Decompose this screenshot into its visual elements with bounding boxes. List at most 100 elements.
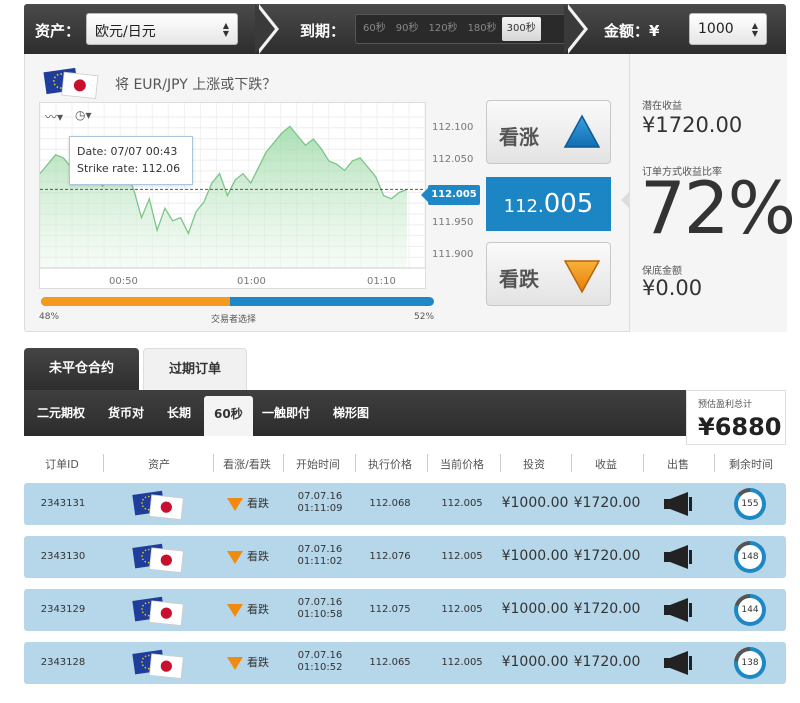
amount-select[interactable]: 1000 ▲ ▼ <box>689 13 767 45</box>
eur-jpy-flag-icon <box>130 487 188 524</box>
arrow-down-icon <box>227 550 243 564</box>
start-time: 07.07.16 01:11:02 <box>292 544 348 568</box>
expiry-option-300[interactable]: 300秒 <box>501 17 541 41</box>
order-row: 2343130 看跌 07.07.16 01:11:02 112.076 112… <box>24 536 786 578</box>
col-direction: 看涨/看跌 <box>223 458 271 471</box>
trade-toolbar: 资产： 欧元/日元 ▲ ▼ 到期： 60秒 90秒 120秒 180秒 300秒 … <box>24 4 786 54</box>
col-divider <box>355 454 356 472</box>
payout-ratio-value: 72% <box>640 166 796 250</box>
remaining-seconds: 148 <box>738 545 762 569</box>
sell-megaphone-icon[interactable] <box>662 544 694 573</box>
sell-megaphone-icon[interactable] <box>662 597 694 626</box>
remaining-time-ring: 138 <box>734 647 766 679</box>
direction-cell: 看跌 <box>227 601 269 617</box>
strike-price: 112.068 <box>369 498 411 509</box>
col-investment: 投资 <box>523 458 545 471</box>
subtab-one-touch[interactable]: 一触即付 <box>262 404 310 421</box>
current-price: 112.005 <box>441 551 483 562</box>
subtab-currency-pairs[interactable]: 货币对 <box>108 404 144 421</box>
remaining-time-ring: 148 <box>734 541 766 573</box>
col-divider <box>500 454 501 472</box>
expiry-option-120[interactable]: 120秒 <box>423 17 462 41</box>
col-remaining-time: 剩余时间 <box>729 458 773 471</box>
asset-select[interactable]: 欧元/日元 ▲ ▼ <box>86 13 238 45</box>
sell-megaphone-icon[interactable] <box>662 650 694 679</box>
estimated-profit-value: ¥6880 <box>698 413 782 441</box>
direction-cell: 看跌 <box>227 495 269 511</box>
col-payout: 收益 <box>595 458 617 471</box>
put-button[interactable]: 看跌 <box>486 242 611 306</box>
eur-jpy-flag-icon <box>130 646 188 683</box>
current-price-display: 112.005 <box>486 177 611 231</box>
price-chart[interactable] <box>39 102 426 289</box>
y-tick-label: 112.100 <box>432 122 474 133</box>
col-order-id: 订单ID <box>45 458 79 471</box>
chart-type-icon[interactable]: 〰▾ <box>45 108 63 125</box>
strike-price: 112.075 <box>369 604 411 615</box>
direction-label: 看跌 <box>247 603 269 616</box>
payout: ¥1720.00 <box>573 601 641 617</box>
eur-jpy-flag-icon <box>41 64 103 104</box>
col-divider <box>283 454 284 472</box>
subtab-ladder[interactable]: 梯形图 <box>333 404 369 421</box>
remaining-time-ring: 144 <box>734 594 766 626</box>
tab-open-positions[interactable]: 未平仓合约 <box>24 348 139 390</box>
expiry-option-60[interactable]: 60秒 <box>358 17 391 41</box>
payout: ¥1720.00 <box>573 654 641 670</box>
remaining-seconds: 155 <box>738 492 762 516</box>
y-tick-label: 111.950 <box>432 217 474 228</box>
subtab-binary[interactable]: 二元期权 <box>37 404 85 421</box>
start-date: 07.07.16 <box>297 597 343 608</box>
start-clock: 01:10:52 <box>297 662 343 673</box>
payout: ¥1720.00 <box>573 548 641 564</box>
estimated-profit-label: 预估盈利总计 <box>698 400 753 410</box>
price-decimals: 005 <box>543 189 594 219</box>
order-row: 2343131 看跌 07.07.16 01:11:09 112.068 112… <box>24 483 786 525</box>
direction-label: 看跌 <box>247 497 269 510</box>
investment: ¥1000.00 <box>501 495 569 511</box>
tab-expired-orders[interactable]: 过期订单 <box>143 348 247 390</box>
arrow-down-icon <box>563 260 601 294</box>
start-time: 07.07.16 01:11:09 <box>292 491 348 515</box>
direction-cell: 看跌 <box>227 654 269 670</box>
subtab-long-term[interactable]: 长期 <box>167 404 191 421</box>
direction-cell: 看跌 <box>227 548 269 564</box>
start-time: 07.07.16 01:10:52 <box>292 650 348 674</box>
sell-megaphone-icon[interactable] <box>662 491 694 520</box>
remaining-seconds: 138 <box>738 651 762 675</box>
price-integer: 112. <box>503 196 544 217</box>
col-start-time: 开始时间 <box>296 458 340 471</box>
call-button[interactable]: 看涨 <box>486 100 611 164</box>
separator-chevron-inner-2 <box>564 4 584 54</box>
start-date: 07.07.16 <box>297 650 343 661</box>
start-clock: 01:11:02 <box>297 556 343 567</box>
amount-label: 金额：¥ <box>604 22 660 40</box>
clock-icon[interactable]: ◷▾ <box>75 108 92 125</box>
expiry-option-90[interactable]: 90秒 <box>391 17 424 41</box>
call-button-label: 看涨 <box>499 125 539 149</box>
asset-select-value: 欧元/日元 <box>95 24 156 40</box>
arrow-down-icon <box>227 656 243 670</box>
current-price: 112.005 <box>441 604 483 615</box>
order-id: 2343128 <box>40 657 86 668</box>
call-percent: 48% <box>39 312 60 322</box>
col-sell: 出售 <box>667 458 689 471</box>
select-arrows-icon: ▲ ▼ <box>751 21 758 38</box>
col-asset: 资产 <box>148 458 170 471</box>
price-chart-svg <box>39 103 426 269</box>
col-divider <box>213 454 214 472</box>
trader-choice-label: 交易者选择 <box>211 315 257 325</box>
order-row: 2343128 看跌 07.07.16 01:10:52 112.065 112… <box>24 642 786 684</box>
trade-question: 将 EUR/JPY 上涨或下跌？ <box>115 77 277 93</box>
x-tick-label: 01:10 <box>367 276 396 287</box>
remaining-time-ring: 155 <box>734 488 766 520</box>
order-id: 2343129 <box>40 604 86 615</box>
col-strike-price: 执行价格 <box>368 458 412 471</box>
col-current-price: 当前价格 <box>440 458 484 471</box>
expiry-option-180[interactable]: 180秒 <box>463 17 502 41</box>
start-clock: 01:11:09 <box>297 503 343 514</box>
subtab-60-seconds[interactable]: 60秒 <box>204 396 253 436</box>
arrow-down-icon <box>227 603 243 617</box>
strike-price: 112.076 <box>369 551 411 562</box>
arrow-down-icon <box>227 497 243 511</box>
